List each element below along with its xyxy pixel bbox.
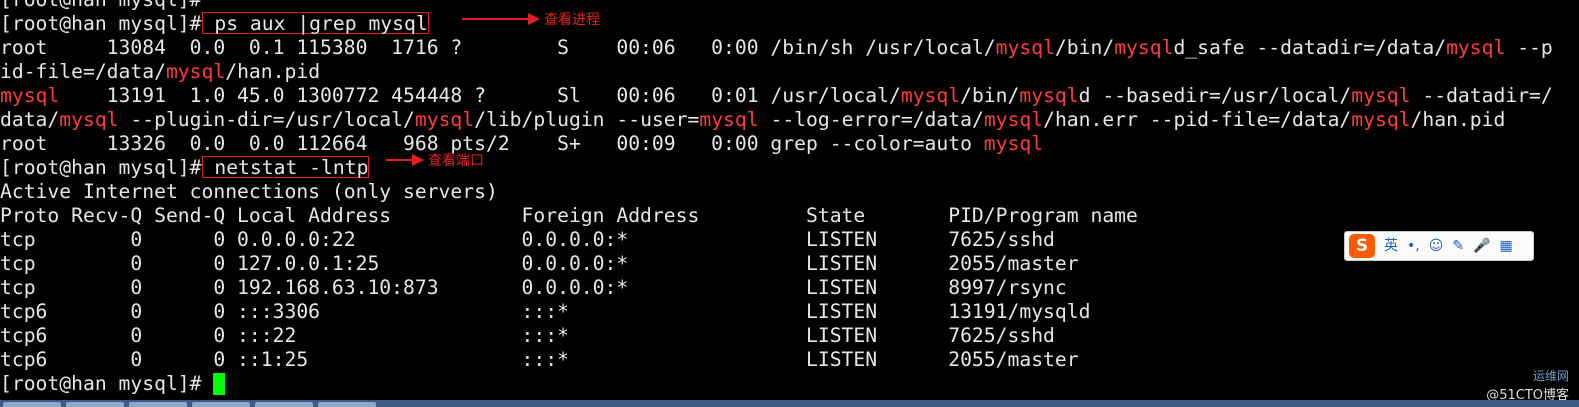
match-highlight: mysql [1351,84,1411,107]
ime-voice-icon[interactable]: 🎤 [1473,232,1490,260]
ime-emoji-icon[interactable]: ☺ [1429,232,1444,260]
terminal-line: tcp 0 0 127.0.0.1:25 0.0.0.0:* LISTEN 20… [0,252,1579,276]
terminal-text: /bin/ [1054,36,1115,59]
match-highlight: mysql [699,108,759,131]
terminal-text: [root@han mysql]# [0,12,202,35]
terminal-text: tcp 0 0 192.168.63.10:873 0.0.0.0:* LIST… [0,276,1067,299]
terminal-line: data/mysql --plugin-dir=/usr/local/mysql… [0,108,1579,132]
terminal-text: tcp6 0 0 :::3306 :::* LISTEN 13191/mysql… [0,300,1091,323]
terminal-text: Active Internet connections (only server… [0,180,498,203]
arrow-shaft [462,18,528,20]
watermark: 运维网 @51CTO博客 [1486,367,1569,403]
terminal-line: tcp 0 0 192.168.63.10:873 0.0.0.0:* LIST… [0,276,1579,300]
match-highlight: mysql [1019,84,1079,107]
terminal-line: root 13326 0.0 0.0 112664 968 pts/2 S+ 0… [0,132,1579,156]
terminal-text: [root@han mysql]# [0,372,214,395]
taskbar-button[interactable] [3,402,61,407]
arrow-shaft [386,159,412,161]
taskbar-button[interactable] [318,402,376,407]
terminal-line: [root@han mysql]# netstat -lntp [0,156,1579,180]
terminal-line: tcp6 0 0 :::22 :::* LISTEN 7625/sshd [0,324,1579,348]
command-highlight-box: ps aux |grep mysql [201,12,429,35]
watermark-top: 运维网 [1532,369,1569,383]
terminal-text: tcp 0 0 127.0.0.1:25 0.0.0.0:* LISTEN 20… [0,252,1079,275]
terminal-line: id-file=/data/mysql/han.pid [0,60,1579,84]
taskbar-button[interactable] [192,402,250,407]
match-highlight: mysql [995,36,1055,59]
command-text: netstat -lntp [202,156,369,179]
terminal-text: /lib/plugin --user= [474,108,700,131]
ps-annotation-label: 查看进程 [544,12,600,28]
taskbar[interactable] [0,400,1579,407]
terminal-text: d_safe --datadir=/data/ [1173,36,1447,59]
match-highlight: mysql [1114,36,1174,59]
terminal-line: Proto Recv-Q Send-Q Local Address Foreig… [0,204,1579,228]
command-highlight-box: netstat -lntp [201,156,370,179]
netstat-annotation: 查看端口 [386,148,484,172]
terminal-line: Active Internet connections (only server… [0,180,1579,204]
ime-punctuation-icon[interactable]: •, [1407,232,1420,260]
netstat-annotation-label: 查看端口 [428,153,484,169]
taskbar-button[interactable] [66,402,124,407]
match-highlight: mysql [165,60,226,83]
terminal-line: [root@han mysql]# [0,372,1579,396]
terminal-line: tcp6 0 0 :::3306 :::* LISTEN 13191/mysql… [0,300,1579,324]
match-highlight: mysql [983,108,1044,131]
taskbar-button[interactable] [255,402,313,407]
match-highlight: mysql [983,132,1044,155]
terminal-text: [root@han mysql]# [0,0,202,11]
terminal-text: Proto Recv-Q Send-Q Local Address Foreig… [0,204,1138,227]
match-highlight: mysql [0,84,60,107]
terminal-line: root 13084 0.0 0.1 115380 1716 ? S 00:06… [0,36,1579,60]
ime-lang-toggle[interactable]: 英 [1384,232,1398,260]
ime-toolbox-icon[interactable]: ▦ [1500,232,1513,260]
arrow-right-icon [412,154,424,166]
terminal-output[interactable]: [root@han mysql]#[root@han mysql]# ps au… [0,0,1579,396]
terminal-text: /bin/ [960,84,1020,107]
terminal-text: root 13326 0.0 0.0 112664 968 pts/2 S+ 0… [0,132,984,155]
terminal-text: root 13084 0.0 0.1 115380 1716 ? S 00:06… [0,36,996,59]
terminal-text: /han.pid [1410,108,1506,131]
match-highlight: mysql [900,84,961,107]
terminal-line: tcp 0 0 0.0.0.0:22 0.0.0.0:* LISTEN 7625… [0,228,1579,252]
terminal-text: --plugin-dir=/usr/local/ [118,108,415,131]
arrow-right-icon [528,13,540,25]
terminal-line: [root@han mysql]# ps aux |grep mysql [0,12,1579,36]
sogou-logo-icon[interactable]: S [1349,234,1375,258]
terminal-text: --datadir=/ [1410,84,1553,107]
match-highlight: mysql [1446,36,1506,59]
ime-pen-icon[interactable]: ✎ [1452,232,1464,260]
terminal-text: /han.err --pid-file=/data/ [1043,108,1352,131]
ime-toolbar[interactable]: S 英 •, ☺ ✎ 🎤 ▦ [1344,231,1534,261]
ps-annotation: 查看进程 [462,7,600,31]
terminal-text: data/ [0,108,60,131]
terminal-text: tcp6 0 0 :::22 :::* LISTEN 7625/sshd [0,324,1055,347]
terminal-text: tcp 0 0 0.0.0.0:22 0.0.0.0:* LISTEN 7625… [0,228,1055,251]
terminal-text: tcp6 0 0 ::1:25 :::* LISTEN 2055/master [0,348,1079,371]
terminal-cursor [213,373,226,395]
terminal-text: id-file=/data/ [0,60,166,83]
terminal-text: d --basedir=/usr/local/ [1078,84,1352,107]
terminal-text: [root@han mysql]# [0,156,202,179]
terminal-text: --log-error=/data/ [758,108,984,131]
terminal-line: tcp6 0 0 ::1:25 :::* LISTEN 2055/master [0,348,1579,372]
taskbar-button[interactable] [129,402,187,407]
match-highlight: mysql [1351,108,1411,131]
match-highlight: mysql [59,108,119,131]
terminal-text: /han.pid [225,60,321,83]
terminal-line: [root@han mysql]# [0,0,1579,12]
command-text: ps aux |grep mysql [202,12,428,35]
terminal-text: 13191 1.0 45.0 1300772 454448 ? Sl 00:06… [59,84,901,107]
terminal-text: --p [1505,36,1553,59]
match-highlight: mysql [414,108,475,131]
terminal-line: mysql 13191 1.0 45.0 1300772 454448 ? Sl… [0,84,1579,108]
